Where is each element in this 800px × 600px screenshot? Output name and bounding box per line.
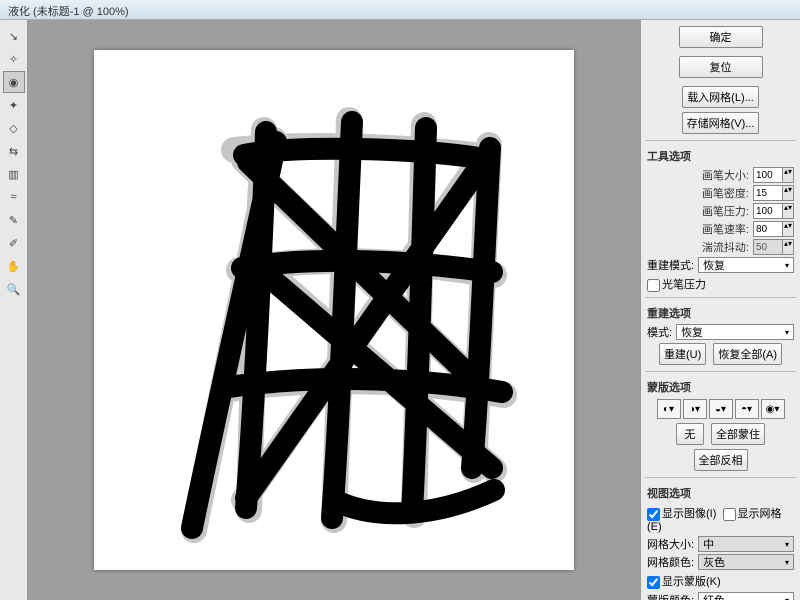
freeze-mask-tool[interactable]: ✎ [3, 209, 25, 231]
mask-subtract-icon[interactable]: ◒▾ [709, 399, 733, 419]
mesh-color-select: 灰色 [698, 554, 794, 570]
brush-size-spinner[interactable]: ▴▾ [782, 167, 794, 183]
save-mesh-button[interactable]: 存储网格(V)... [682, 112, 760, 134]
show-image-checkbox[interactable] [647, 508, 660, 521]
brush-pressure-input[interactable] [753, 203, 783, 219]
toolbar: ↘ ✧ ◉ ✦ ◇ ⇆ ▥ ≈ ✎ ✐ ✋ 🔍 [0, 20, 28, 600]
turbulence-input [753, 239, 783, 255]
options-panel: 确定 复位 载入网格(L)... 存储网格(V)... 工具选项 画笔大小: ▴▾… [640, 20, 800, 600]
mask-add-icon[interactable]: ◑▾ [683, 399, 707, 419]
show-mesh-checkbox[interactable] [723, 508, 736, 521]
twirl-tool[interactable]: ◉ [3, 71, 25, 93]
tool-options-title: 工具选项 [645, 144, 796, 166]
brush-pressure-label: 画笔压力: [702, 203, 749, 219]
brush-rate-spinner[interactable]: ▴▾ [782, 221, 794, 237]
mirror-tool[interactable]: ▥ [3, 163, 25, 185]
reconstruct-tool[interactable]: ✧ [3, 48, 25, 70]
bloat-tool[interactable]: ◇ [3, 117, 25, 139]
brush-density-input[interactable] [753, 185, 783, 201]
turbulence-label: 湍流抖动: [702, 239, 749, 255]
canvas-area [28, 20, 640, 600]
turbulence-spinner: ▴▾ [782, 239, 794, 255]
mask-none-button[interactable]: 无 [676, 423, 704, 445]
zoom-tool[interactable]: 🔍 [3, 278, 25, 300]
brush-density-label: 画笔密度: [702, 185, 749, 201]
window-title: 液化 (未标题-1 @ 100%) [0, 0, 800, 20]
reset-button[interactable]: 复位 [679, 56, 763, 78]
hand-tool[interactable]: ✋ [3, 255, 25, 277]
show-mask-checkbox[interactable] [647, 576, 660, 589]
load-mesh-button[interactable]: 载入网格(L)... [682, 86, 759, 108]
forward-warp-tool[interactable]: ↘ [3, 25, 25, 47]
view-options-title: 视图选项 [645, 481, 796, 503]
thaw-mask-tool[interactable]: ✐ [3, 232, 25, 254]
mask-options-title: 蒙版选项 [645, 375, 796, 397]
mask-intersect-icon[interactable]: ◓▾ [735, 399, 759, 419]
stylus-label: 光笔压力 [662, 279, 706, 291]
mask-replace-icon[interactable]: ◐▾ [657, 399, 681, 419]
recon-mode-select[interactable]: 恢复 [698, 257, 794, 273]
mask-all-button[interactable]: 全部蒙住 [711, 423, 765, 445]
mask-color-label: 蒙版颜色: [647, 592, 694, 600]
recon-mode2-label: 模式: [647, 324, 672, 340]
show-image-label: 显示图像(I) [662, 508, 716, 520]
brush-pressure-spinner[interactable]: ▴▾ [782, 203, 794, 219]
mesh-size-label: 网格大小: [647, 536, 694, 552]
brush-size-label: 画笔大小: [702, 167, 749, 183]
brush-size-input[interactable] [753, 167, 783, 183]
mask-invert-icon[interactable]: ◉▾ [761, 399, 785, 419]
mesh-size-select: 中 [698, 536, 794, 552]
canvas[interactable] [94, 50, 574, 570]
recon-mode-label: 重建模式: [647, 257, 694, 273]
recon-options-title: 重建选项 [645, 301, 796, 323]
pucker-tool[interactable]: ✦ [3, 94, 25, 116]
invert-all-button[interactable]: 全部反相 [694, 449, 748, 471]
mesh-color-label: 网格颜色: [647, 554, 694, 570]
show-mask-label: 显示蒙版(K) [662, 576, 721, 588]
reconstruct-button[interactable]: 重建(U) [659, 343, 706, 365]
recon-mode2-select[interactable]: 恢复 [676, 324, 794, 340]
push-left-tool[interactable]: ⇆ [3, 140, 25, 162]
brush-rate-input[interactable] [753, 221, 783, 237]
restore-all-button[interactable]: 恢复全部(A) [713, 343, 782, 365]
stylus-checkbox[interactable] [647, 279, 660, 292]
brush-rate-label: 画笔速率: [702, 221, 749, 237]
mask-color-select[interactable]: 红色 [698, 592, 794, 600]
brush-density-spinner[interactable]: ▴▾ [782, 185, 794, 201]
turbulence-tool[interactable]: ≈ [3, 186, 25, 208]
ok-button[interactable]: 确定 [679, 26, 763, 48]
